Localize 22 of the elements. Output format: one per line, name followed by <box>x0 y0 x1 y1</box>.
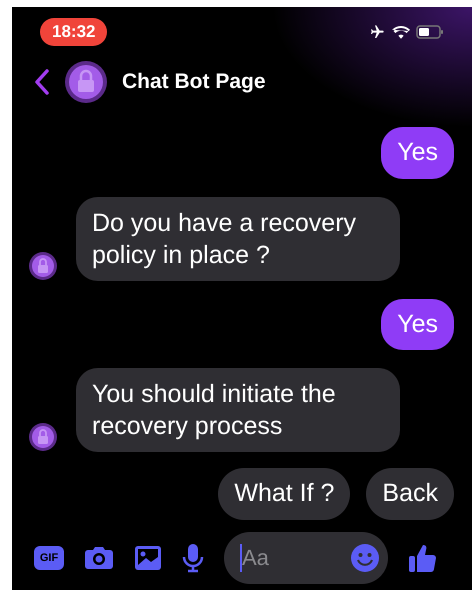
message-input-field[interactable]: Aa <box>224 532 388 584</box>
status-time: 18:32 <box>40 18 108 46</box>
received-message: Do you have a recovery policy in place ? <box>76 196 400 280</box>
battery-icon <box>416 25 444 39</box>
microphone-icon[interactable] <box>182 543 204 573</box>
quick-reply-button[interactable]: Back <box>366 468 454 520</box>
gif-button[interactable]: GIF <box>34 546 64 570</box>
lock-avatar-icon <box>28 422 58 452</box>
image-icon[interactable] <box>134 545 162 571</box>
thumbs-up-icon[interactable] <box>408 542 438 574</box>
lock-avatar-icon <box>28 250 58 280</box>
emoji-icon[interactable] <box>350 543 380 573</box>
camera-icon[interactable] <box>84 545 114 571</box>
sent-message: Yes <box>381 298 454 350</box>
lock-avatar-icon <box>64 60 108 104</box>
back-icon <box>34 68 50 96</box>
received-message: You should initiate the recovery process <box>76 368 400 452</box>
sent-message: Yes <box>381 127 454 178</box>
back-button[interactable] <box>34 68 50 96</box>
quick-reply-button[interactable]: What If ? <box>218 468 350 520</box>
airplane-icon <box>368 24 386 40</box>
chat-title: Chat Bot Page <box>122 69 266 96</box>
